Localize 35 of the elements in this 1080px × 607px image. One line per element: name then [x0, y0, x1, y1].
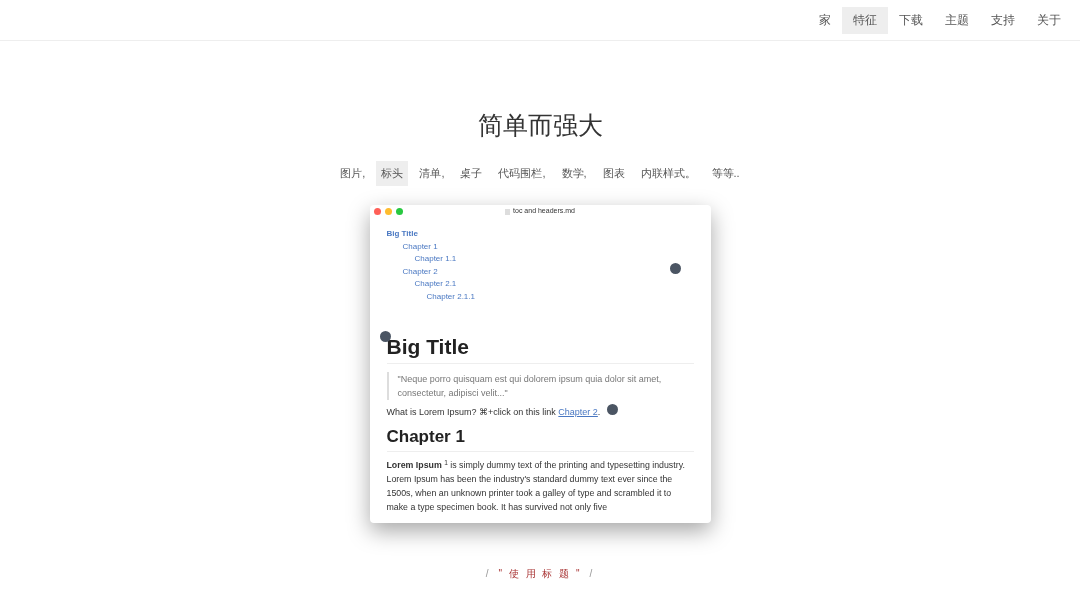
feature-tab[interactable]: 等等..	[706, 161, 745, 186]
feature-tab[interactable]: 桌子	[455, 161, 488, 186]
block-quote: "Neque porro quisquam est qui dolorem ipsum quia dolor sit amet, consectetur, adipisci velit..."	[386, 372, 694, 400]
maximize-icon[interactable]	[395, 208, 403, 215]
page-heading: 简单而强大	[477, 110, 603, 141]
body-text: What is Lorem Ipsum? ⌘+click on this link	[386, 407, 556, 417]
caption-slash: /	[485, 567, 491, 581]
chapter-link[interactable]: Chapter 2	[558, 407, 598, 417]
feature-tab[interactable]: 图片,	[335, 161, 371, 186]
toc-link[interactable]: Chapter 2	[402, 265, 438, 278]
nav-link[interactable]: 家	[808, 6, 842, 34]
nav-link[interactable]: 支持	[980, 6, 1026, 34]
feature-tab[interactable]: 数学,	[556, 161, 592, 186]
feature-tab[interactable]: 图表	[597, 161, 630, 186]
file-icon	[505, 208, 511, 215]
feature-tab[interactable]: 代码围栏,	[493, 161, 551, 186]
close-icon[interactable]	[373, 208, 381, 215]
toc-link[interactable]: Chapter 2.1	[414, 278, 457, 291]
nav-link[interactable]: 关于	[1026, 6, 1072, 34]
period-text: .	[597, 407, 601, 417]
paragraph-text: Lorem Ipsum $^{1}$ is simply dummy text of the printing and typesetting industry. Lorem Ipsum has been the industry's standard dummy text ever since the 1500s, when an unknown printer took a galley of type and scrambled it to make a type specimen book. It has survived not only five	[386, 458, 686, 514]
minimize-icon[interactable]	[384, 208, 392, 215]
toc-link[interactable]: Big Title	[386, 228, 418, 241]
feature-tab[interactable]: 标头	[376, 161, 409, 186]
caption-text: " 使 用 标 题 "	[498, 567, 582, 581]
nav-link[interactable]: 主题	[934, 6, 980, 34]
toc-link[interactable]: Chapter 2.1.1	[426, 290, 475, 303]
caption-slash: /	[589, 567, 595, 581]
feature-tab[interactable]: 内联样式。	[635, 161, 701, 186]
feature-tab[interactable]: 清单,	[414, 161, 450, 186]
nav-link[interactable]: 特征	[842, 6, 888, 34]
toc-link[interactable]: Chapter 1	[402, 240, 438, 253]
nav-link[interactable]: 下载	[888, 6, 934, 34]
chapter-heading: Chapter 1	[386, 425, 694, 452]
toc-link[interactable]: Chapter 1.1	[414, 253, 457, 266]
